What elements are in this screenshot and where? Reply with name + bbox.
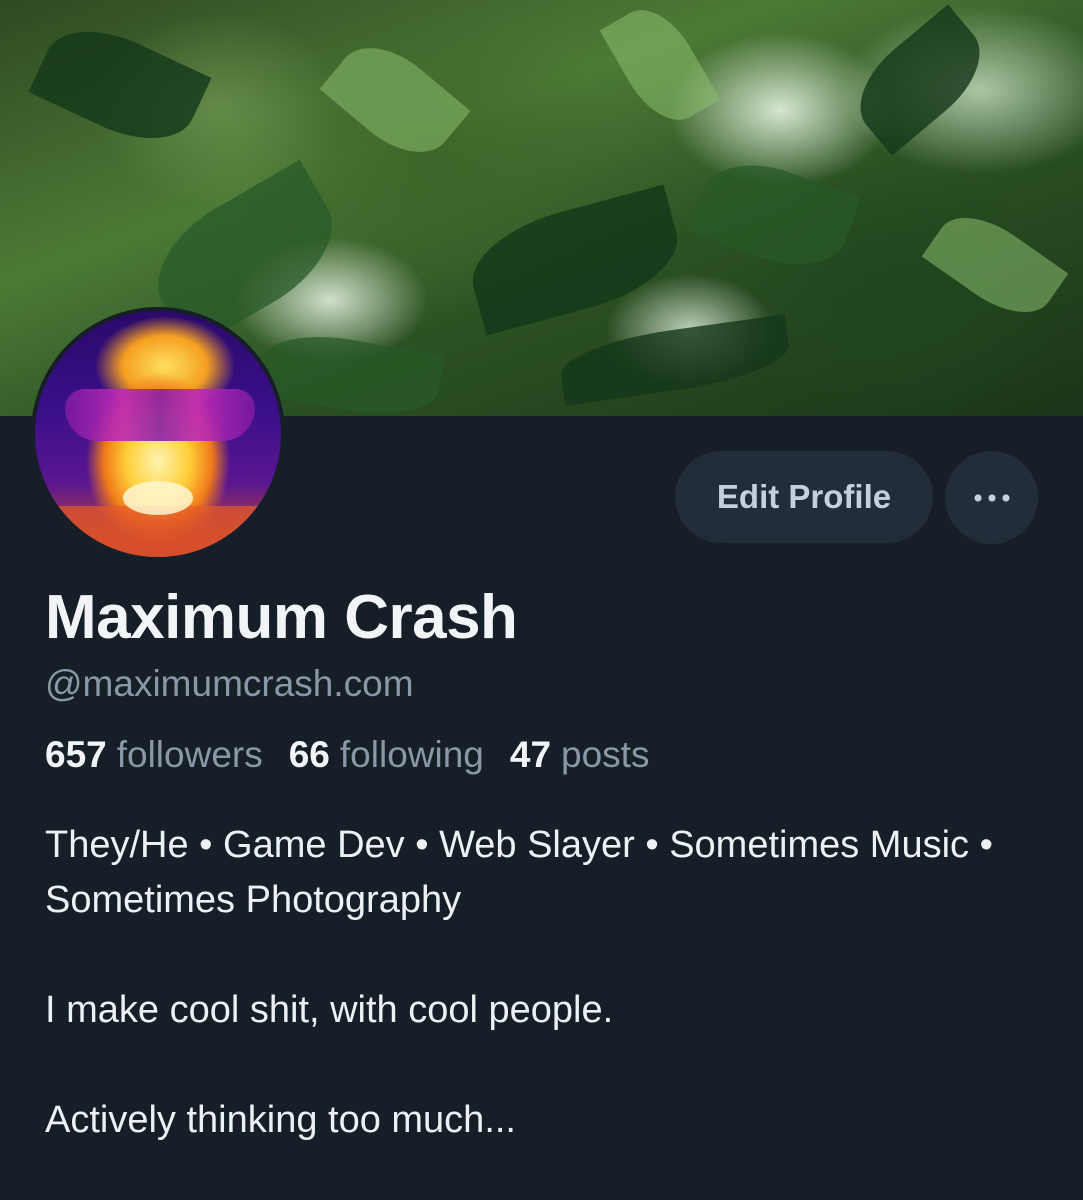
following-count: 66: [288, 734, 330, 775]
ellipsis-icon: [973, 493, 1010, 502]
following-label: following: [339, 734, 484, 775]
bio-line-tagline: I make cool shit, with cool people.: [45, 989, 614, 1031]
profile-bio: They/He • Game Dev • Web Slayer • Someti…: [45, 818, 1035, 1148]
profile-stats: 657 followers 66 following 47 posts: [45, 734, 675, 776]
edit-profile-label: Edit Profile: [716, 478, 892, 515]
profile-page: Edit Profile Maximum Crash @maximumcrash…: [0, 0, 1083, 1200]
profile-avatar[interactable]: [31, 307, 285, 561]
more-options-button[interactable]: [945, 451, 1038, 544]
posts-count: 47: [509, 734, 552, 775]
bio-line-tags: They/He • Game Dev • Web Slayer • Someti…: [45, 824, 993, 921]
posts-label: posts: [561, 734, 650, 775]
edit-profile-button[interactable]: Edit Profile: [675, 451, 933, 543]
display-name: Maximum Crash: [45, 583, 518, 652]
profile-handle: @maximumcrash.com: [45, 663, 414, 704]
following-stat[interactable]: 66 following: [289, 734, 484, 776]
followers-count: 657: [45, 734, 107, 775]
thermal-avatar-image: [35, 311, 281, 557]
followers-label: followers: [116, 734, 263, 775]
followers-stat[interactable]: 657 followers: [45, 734, 263, 776]
posts-stat: 47 posts: [510, 734, 650, 776]
bio-line-status: Actively thinking too much...: [45, 1099, 516, 1141]
